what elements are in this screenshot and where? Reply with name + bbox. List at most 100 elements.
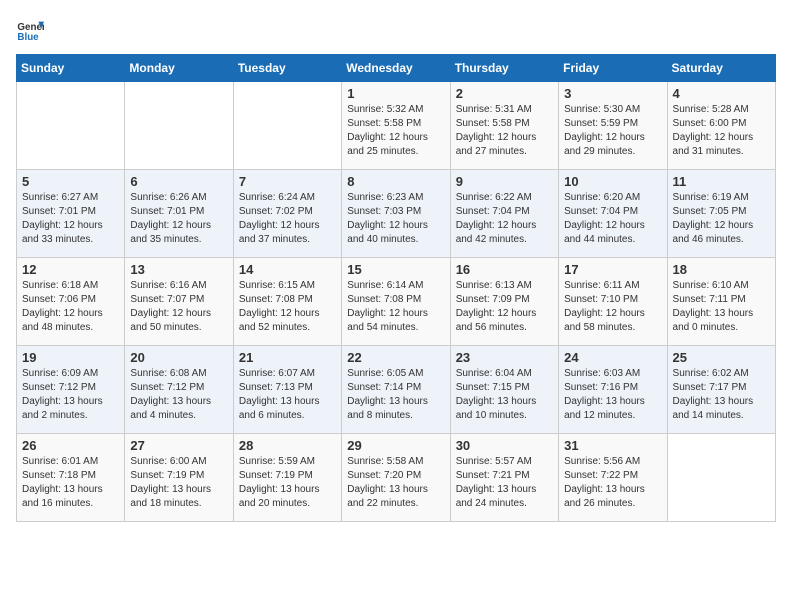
calendar-cell: 7 Sunrise: 6:24 AM Sunset: 7:02 PM Daylig… xyxy=(233,170,341,258)
calendar-cell: 16 Sunrise: 6:13 AM Sunset: 7:09 PM Dayli… xyxy=(450,258,558,346)
calendar-cell: 2 Sunrise: 5:31 AM Sunset: 5:58 PM Daylig… xyxy=(450,82,558,170)
cell-content: Sunrise: 6:11 AM Sunset: 7:10 PM Dayligh… xyxy=(564,279,661,335)
cell-content: Sunrise: 6:20 AM Sunset: 7:04 PM Dayligh… xyxy=(564,191,661,247)
day-number: 13 xyxy=(130,262,227,277)
header-sunday: Sunday xyxy=(17,55,125,82)
days-header-row: SundayMondayTuesdayWednesdayThursdayFrid… xyxy=(17,55,776,82)
calendar-cell: 28Sunrise: 5:59 AM Sunset: 7:19 PM Dayli… xyxy=(233,434,341,522)
header-monday: Monday xyxy=(125,55,233,82)
calendar-cell: 4 Sunrise: 5:28 AM Sunset: 6:00 PM Daylig… xyxy=(667,82,775,170)
calendar-cell: 1 Sunrise: 5:32 AM Sunset: 5:58 PM Daylig… xyxy=(342,82,450,170)
day-number: 26 xyxy=(22,438,119,453)
cell-content: Sunrise: 5:28 AM Sunset: 6:00 PM Dayligh… xyxy=(673,103,770,159)
day-number: 8 xyxy=(347,174,444,189)
calendar-cell xyxy=(17,82,125,170)
cell-content: Sunrise: 5:56 AM Sunset: 7:22 PM Dayligh… xyxy=(564,455,661,511)
cell-content: Sunrise: 5:32 AM Sunset: 5:58 PM Dayligh… xyxy=(347,103,444,159)
day-number: 27 xyxy=(130,438,227,453)
calendar-cell: 20 Sunrise: 6:08 AM Sunset: 7:12 PM Dayli… xyxy=(125,346,233,434)
calendar-cell xyxy=(125,82,233,170)
day-number: 23 xyxy=(456,350,553,365)
calendar-cell: 9 Sunrise: 6:22 AM Sunset: 7:04 PM Daylig… xyxy=(450,170,558,258)
calendar-cell: 12Sunrise: 6:18 AM Sunset: 7:06 PM Dayli… xyxy=(17,258,125,346)
calendar-cell: 10Sunrise: 6:20 AM Sunset: 7:04 PM Dayli… xyxy=(559,170,667,258)
week-row-3: 12Sunrise: 6:18 AM Sunset: 7:06 PM Dayli… xyxy=(17,258,776,346)
day-number: 21 xyxy=(239,350,336,365)
logo-icon: General Blue xyxy=(16,16,44,44)
cell-content: Sunrise: 6:00 AM Sunset: 7:19 PM Dayligh… xyxy=(130,455,227,511)
logo: General Blue xyxy=(16,16,48,44)
calendar-cell: 15 Sunrise: 6:14 AM Sunset: 7:08 PM Dayli… xyxy=(342,258,450,346)
calendar-cell: 3 Sunrise: 5:30 AM Sunset: 5:59 PM Daylig… xyxy=(559,82,667,170)
cell-content: Sunrise: 5:31 AM Sunset: 5:58 PM Dayligh… xyxy=(456,103,553,159)
calendar-cell: 11 Sunrise: 6:19 AM Sunset: 7:05 PM Dayli… xyxy=(667,170,775,258)
day-number: 30 xyxy=(456,438,553,453)
calendar-cell: 22Sunrise: 6:05 AM Sunset: 7:14 PM Dayli… xyxy=(342,346,450,434)
calendar-cell: 30 Sunrise: 5:57 AM Sunset: 7:21 PM Dayli… xyxy=(450,434,558,522)
day-number: 4 xyxy=(673,86,770,101)
cell-content: Sunrise: 6:13 AM Sunset: 7:09 PM Dayligh… xyxy=(456,279,553,335)
cell-content: Sunrise: 6:15 AM Sunset: 7:08 PM Dayligh… xyxy=(239,279,336,335)
header-saturday: Saturday xyxy=(667,55,775,82)
day-number: 22 xyxy=(347,350,444,365)
header-thursday: Thursday xyxy=(450,55,558,82)
cell-content: Sunrise: 5:58 AM Sunset: 7:20 PM Dayligh… xyxy=(347,455,444,511)
calendar-cell: 26 Sunrise: 6:01 AM Sunset: 7:18 PM Dayli… xyxy=(17,434,125,522)
cell-content: Sunrise: 6:24 AM Sunset: 7:02 PM Dayligh… xyxy=(239,191,336,247)
day-number: 15 xyxy=(347,262,444,277)
cell-content: Sunrise: 6:09 AM Sunset: 7:12 PM Dayligh… xyxy=(22,367,119,423)
cell-content: Sunrise: 5:59 AM Sunset: 7:19 PM Dayligh… xyxy=(239,455,336,511)
cell-content: Sunrise: 6:01 AM Sunset: 7:18 PM Dayligh… xyxy=(22,455,119,511)
day-number: 24 xyxy=(564,350,661,365)
header-friday: Friday xyxy=(559,55,667,82)
day-number: 12 xyxy=(22,262,119,277)
day-number: 18 xyxy=(673,262,770,277)
week-row-1: 1 Sunrise: 5:32 AM Sunset: 5:58 PM Daylig… xyxy=(17,82,776,170)
calendar-table: SundayMondayTuesdayWednesdayThursdayFrid… xyxy=(16,54,776,522)
calendar-cell: 17 Sunrise: 6:11 AM Sunset: 7:10 PM Dayli… xyxy=(559,258,667,346)
day-number: 2 xyxy=(456,86,553,101)
week-row-4: 19 Sunrise: 6:09 AM Sunset: 7:12 PM Dayli… xyxy=(17,346,776,434)
cell-content: Sunrise: 6:22 AM Sunset: 7:04 PM Dayligh… xyxy=(456,191,553,247)
day-number: 14 xyxy=(239,262,336,277)
week-row-2: 5Sunrise: 6:27 AM Sunset: 7:01 PM Daylig… xyxy=(17,170,776,258)
cell-content: Sunrise: 6:04 AM Sunset: 7:15 PM Dayligh… xyxy=(456,367,553,423)
day-number: 16 xyxy=(456,262,553,277)
cell-content: Sunrise: 6:14 AM Sunset: 7:08 PM Dayligh… xyxy=(347,279,444,335)
calendar-cell: 29 Sunrise: 5:58 AM Sunset: 7:20 PM Dayli… xyxy=(342,434,450,522)
calendar-cell: 8 Sunrise: 6:23 AM Sunset: 7:03 PM Daylig… xyxy=(342,170,450,258)
day-number: 9 xyxy=(456,174,553,189)
svg-text:Blue: Blue xyxy=(17,32,39,43)
cell-content: Sunrise: 6:23 AM Sunset: 7:03 PM Dayligh… xyxy=(347,191,444,247)
cell-content: Sunrise: 5:57 AM Sunset: 7:21 PM Dayligh… xyxy=(456,455,553,511)
calendar-cell: 25 Sunrise: 6:02 AM Sunset: 7:17 PM Dayli… xyxy=(667,346,775,434)
cell-content: Sunrise: 6:07 AM Sunset: 7:13 PM Dayligh… xyxy=(239,367,336,423)
day-number: 31 xyxy=(564,438,661,453)
day-number: 19 xyxy=(22,350,119,365)
header-tuesday: Tuesday xyxy=(233,55,341,82)
cell-content: Sunrise: 6:03 AM Sunset: 7:16 PM Dayligh… xyxy=(564,367,661,423)
calendar-cell: 31 Sunrise: 5:56 AM Sunset: 7:22 PM Dayli… xyxy=(559,434,667,522)
week-row-5: 26 Sunrise: 6:01 AM Sunset: 7:18 PM Dayli… xyxy=(17,434,776,522)
day-number: 1 xyxy=(347,86,444,101)
day-number: 20 xyxy=(130,350,227,365)
calendar-cell: 27 Sunrise: 6:00 AM Sunset: 7:19 PM Dayli… xyxy=(125,434,233,522)
day-number: 25 xyxy=(673,350,770,365)
page-header: General Blue xyxy=(16,16,776,44)
cell-content: Sunrise: 6:19 AM Sunset: 7:05 PM Dayligh… xyxy=(673,191,770,247)
cell-content: Sunrise: 6:08 AM Sunset: 7:12 PM Dayligh… xyxy=(130,367,227,423)
day-number: 7 xyxy=(239,174,336,189)
day-number: 11 xyxy=(673,174,770,189)
calendar-cell: 14 Sunrise: 6:15 AM Sunset: 7:08 PM Dayli… xyxy=(233,258,341,346)
day-number: 29 xyxy=(347,438,444,453)
cell-content: Sunrise: 6:26 AM Sunset: 7:01 PM Dayligh… xyxy=(130,191,227,247)
cell-content: Sunrise: 6:10 AM Sunset: 7:11 PM Dayligh… xyxy=(673,279,770,335)
day-number: 5 xyxy=(22,174,119,189)
calendar-cell: 19 Sunrise: 6:09 AM Sunset: 7:12 PM Dayli… xyxy=(17,346,125,434)
cell-content: Sunrise: 5:30 AM Sunset: 5:59 PM Dayligh… xyxy=(564,103,661,159)
calendar-cell: 5Sunrise: 6:27 AM Sunset: 7:01 PM Daylig… xyxy=(17,170,125,258)
day-number: 6 xyxy=(130,174,227,189)
day-number: 3 xyxy=(564,86,661,101)
cell-content: Sunrise: 6:02 AM Sunset: 7:17 PM Dayligh… xyxy=(673,367,770,423)
day-number: 17 xyxy=(564,262,661,277)
